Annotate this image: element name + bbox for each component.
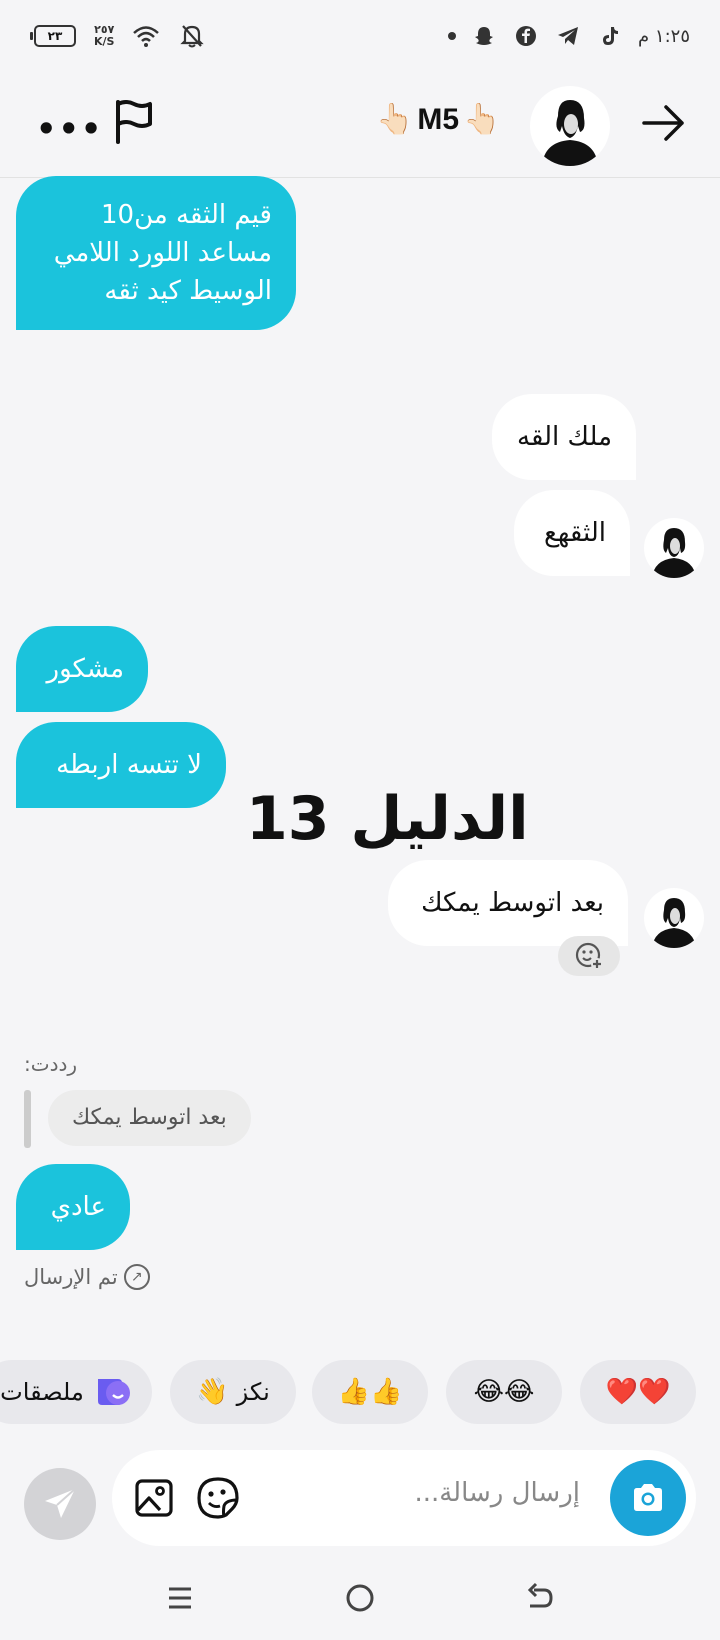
message-text: عادي: [50, 1192, 106, 1222]
reply-quote[interactable]: بعد اتوسط يمكك: [48, 1090, 251, 1146]
wave-emoji: 👋: [196, 1377, 229, 1407]
message-text: بعد اتوسط يمكك: [421, 888, 604, 918]
nudge-button[interactable]: 👋 نكز: [170, 1360, 296, 1424]
replied-label: رددت:: [24, 1052, 78, 1076]
send-button[interactable]: [24, 1468, 96, 1540]
hearts-emoji: ❤️❤️: [605, 1377, 671, 1407]
net-speed: ٢٥٧ K/S: [94, 24, 114, 48]
nudge-label: نكز: [236, 1378, 270, 1406]
quick-reaction-hearts[interactable]: ❤️❤️: [580, 1360, 696, 1424]
add-reaction-button[interactable]: [558, 936, 620, 976]
wifi-icon: [132, 22, 160, 50]
stickers-button[interactable]: ملصقات: [0, 1360, 152, 1424]
more-icon[interactable]: •••: [36, 110, 103, 148]
snapchat-icon: [470, 22, 498, 50]
message-bubble-outgoing[interactable]: ملك القه: [492, 394, 636, 480]
message-bubble-outgoing[interactable]: بعد اتوسط يمكك: [388, 860, 628, 946]
reply-quote-bar: [24, 1090, 31, 1148]
message-line: قيم الثقه من10: [100, 200, 272, 230]
message-bubble-outgoing[interactable]: الثقهع: [514, 490, 630, 576]
message-bubble-incoming[interactable]: لا تتسه اربطه: [16, 722, 226, 808]
mute-icon: [178, 22, 206, 50]
camera-icon: [634, 1484, 662, 1511]
laughing-emoji: 😂😂: [473, 1377, 535, 1407]
message-text: لا تتسه اربطه: [56, 750, 202, 780]
message-text: ملك القه: [517, 422, 612, 452]
facebook-icon: [512, 22, 540, 50]
message-text: مشكور: [46, 654, 124, 684]
add-reaction-icon: [575, 942, 603, 970]
avatar[interactable]: [530, 86, 610, 166]
contact-name[interactable]: 👆🏻 M5 👆🏻: [376, 102, 500, 137]
sent-status: تم الإرسال ↗: [24, 1264, 150, 1290]
battery-icon: ٢٣: [30, 25, 76, 47]
message-line: مساعد اللورد اللامي: [53, 238, 272, 268]
stickers-icon: [97, 1379, 130, 1405]
sent-arrow-icon: ↗: [123, 1264, 150, 1290]
sender-avatar[interactable]: [644, 518, 704, 578]
flag-icon[interactable]: [112, 98, 156, 144]
menu-nav-icon[interactable]: [160, 1578, 200, 1618]
back-nav-icon[interactable]: [520, 1578, 560, 1618]
battery-level: ٢٣: [47, 29, 63, 43]
stickers-label: ملصقات: [0, 1378, 84, 1406]
thumbs-up-emoji: 👍👍: [337, 1377, 403, 1407]
sticker-picker-icon[interactable]: [196, 1476, 240, 1520]
tiktok-icon: [596, 22, 624, 50]
pointing-emoji-left: 👆🏻: [376, 103, 414, 136]
message-input[interactable]: إرسال رسالة...: [414, 1478, 580, 1508]
gallery-icon[interactable]: [134, 1478, 174, 1518]
status-bar-left: ٢٣ ٢٥٧ K/S: [30, 22, 206, 50]
home-nav-icon[interactable]: [340, 1578, 380, 1618]
chat-header: ••• 👆🏻 M5 👆🏻: [0, 72, 720, 178]
contact-name-text: M5: [417, 102, 460, 136]
camera-button[interactable]: [610, 1460, 686, 1536]
telegram-icon: [554, 22, 582, 50]
sent-status-text: تم الإرسال: [24, 1265, 118, 1289]
message-bubble-incoming[interactable]: عادي: [16, 1164, 130, 1250]
back-arrow-icon[interactable]: [640, 100, 686, 146]
message-text: الثقهع: [544, 518, 606, 548]
clock: ١:٢٥ م: [638, 25, 690, 47]
message-bubble-incoming[interactable]: قيم الثقه من10 مساعد اللورد اللامي الوسي…: [16, 176, 296, 330]
status-bar: ٢٣ ٢٥٧ K/S ١:٢٥ م: [0, 0, 720, 72]
sender-avatar[interactable]: [644, 888, 704, 948]
quick-reaction-thumbs[interactable]: 👍👍: [312, 1360, 428, 1424]
net-speed-unit: K/S: [94, 35, 115, 48]
quick-reaction-laugh[interactable]: 😂😂: [446, 1360, 562, 1424]
message-composer[interactable]: إرسال رسالة...: [112, 1450, 696, 1546]
message-bubble-incoming[interactable]: مشكور: [16, 626, 148, 712]
overlay-caption: الدليل 13: [246, 784, 529, 854]
send-icon: [45, 1488, 76, 1518]
status-bar-right: ١:٢٥ م: [448, 22, 690, 50]
message-line: الوسيط كيد ثقه: [104, 276, 272, 306]
pointing-emoji-right: 👆🏻: [463, 103, 501, 136]
notification-dot: [448, 32, 457, 40]
system-nav-bar: [0, 1560, 720, 1640]
